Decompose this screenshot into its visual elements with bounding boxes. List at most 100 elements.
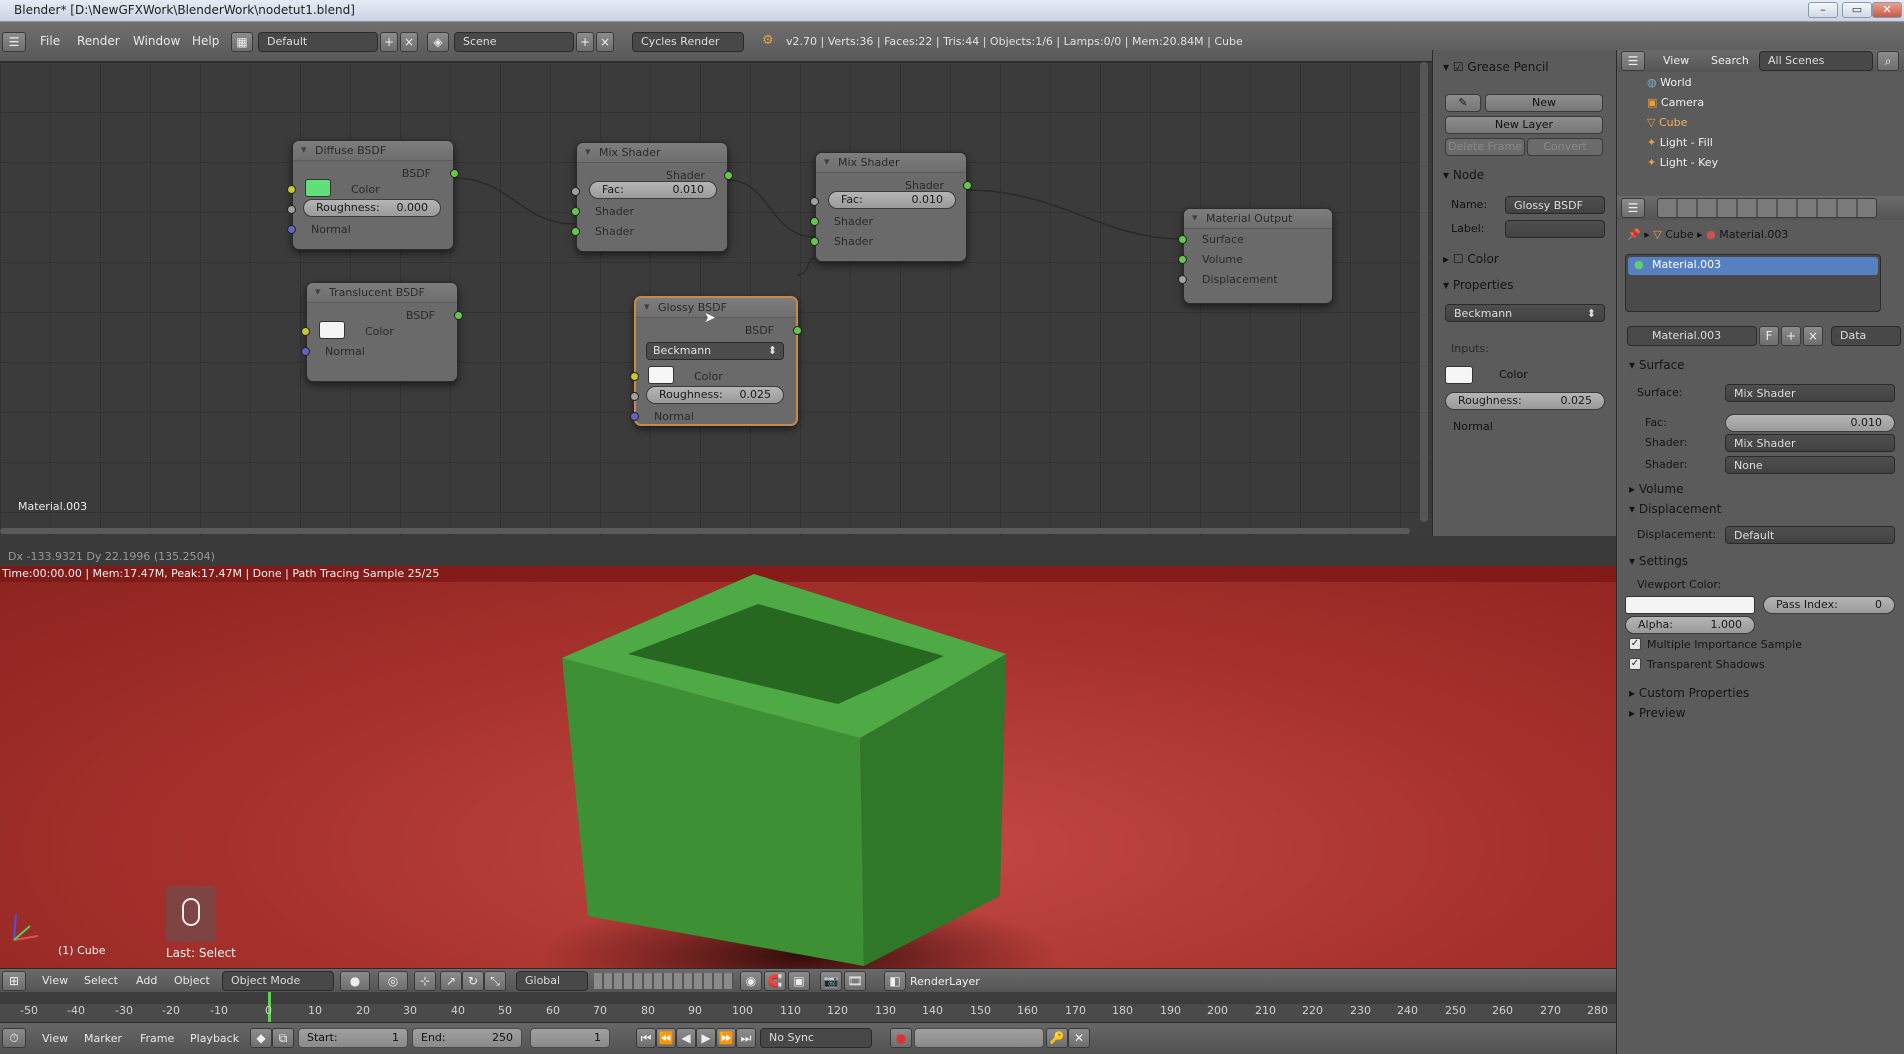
- outliner-type-icon[interactable]: ☰: [1621, 51, 1645, 71]
- snap-icon[interactable]: 🧲: [764, 971, 786, 991]
- outliner-filter-icon[interactable]: ⌕: [1877, 51, 1899, 71]
- node-section-header[interactable]: ▾ Node: [1443, 168, 1484, 182]
- material-name-field[interactable]: Material.003: [1627, 326, 1757, 346]
- viewport-shading-icon[interactable]: ●: [340, 971, 370, 991]
- add-material-icon[interactable]: +: [1781, 326, 1801, 346]
- new-layer-button[interactable]: New Layer: [1445, 116, 1603, 134]
- roughness-input-socket[interactable]: [287, 205, 296, 214]
- settings-section-header[interactable]: ▾ Settings: [1629, 554, 1688, 568]
- shader-output-socket[interactable]: [963, 181, 972, 190]
- outliner-row-cube[interactable]: ▽ Cube: [1647, 116, 1687, 134]
- outliner-row-camera[interactable]: ▣ Camera: [1647, 96, 1704, 114]
- range-icon[interactable]: ⧉: [272, 1028, 294, 1048]
- surface-shader-select[interactable]: Mix Shader: [1725, 384, 1895, 402]
- fac-slider[interactable]: 0.010: [1725, 414, 1895, 432]
- mix-shader-node-2[interactable]: Mix Shader Shader Fac:0.010 Shader Shade…: [810, 152, 972, 262]
- shader-input-socket-1[interactable]: [571, 207, 580, 216]
- vertical-scrollbar[interactable]: [1420, 62, 1428, 522]
- alpha-slider[interactable]: Alpha: 1.000: [1625, 616, 1755, 634]
- insert-keyframe-icon[interactable]: 🔑: [1046, 1028, 1068, 1048]
- fake-user-button[interactable]: F: [1759, 326, 1779, 346]
- jump-end-icon[interactable]: ⏭: [736, 1028, 756, 1048]
- node-title[interactable]: Diffuse BSDF: [293, 141, 453, 161]
- material-output-node[interactable]: Material Output Surface Volume Displacem…: [1178, 208, 1333, 304]
- color-swatch[interactable]: [305, 179, 331, 197]
- proportional-edit-icon[interactable]: ◉: [740, 971, 762, 991]
- volume-input-socket[interactable]: [1178, 255, 1187, 264]
- displacement-select[interactable]: Default: [1725, 526, 1895, 544]
- object-mode-select[interactable]: Object Mode: [222, 971, 334, 991]
- volume-section-header[interactable]: ▸ Volume: [1629, 482, 1683, 496]
- record-icon[interactable]: ●: [890, 1028, 912, 1048]
- roughness-slider[interactable]: Roughness: 0.025: [1445, 392, 1605, 410]
- shader1-select[interactable]: Mix Shader: [1725, 434, 1895, 452]
- convert-button[interactable]: Convert: [1527, 138, 1603, 156]
- screen-layout-icon[interactable]: ▦: [231, 32, 253, 52]
- menu-marker[interactable]: Marker: [84, 1032, 122, 1045]
- node-editor[interactable]: Diffuse BSDF BSDF Color Roughness:0.000 …: [0, 62, 1432, 536]
- translucent-bsdf-node[interactable]: Translucent BSDF BSDF Color Normal: [301, 282, 463, 382]
- translate-icon[interactable]: ↗: [440, 971, 462, 991]
- maximize-button[interactable]: ▭: [1842, 2, 1872, 18]
- glossy-bsdf-node[interactable]: Glossy BSDF BSDF Beckmann⬍ Color Roughne…: [630, 296, 802, 426]
- custom-properties-header[interactable]: ▸ Custom Properties: [1629, 686, 1749, 700]
- color-swatch[interactable]: [319, 321, 345, 339]
- roughness-slider[interactable]: Roughness: 0.000: [303, 199, 441, 217]
- play-icon[interactable]: ▶: [696, 1028, 716, 1048]
- menu-object[interactable]: Object: [174, 974, 210, 987]
- menu-help[interactable]: Help: [192, 34, 219, 48]
- normal-input-socket[interactable]: [301, 347, 310, 356]
- end-frame-field[interactable]: End: 250: [412, 1028, 522, 1048]
- 3d-viewport[interactable]: Time:00:00.00 | Mem:17.47M, Peak:17.47M …: [0, 566, 1616, 968]
- add-scene-icon[interactable]: +: [576, 32, 594, 52]
- outliner-row-world[interactable]: ◍ World: [1647, 76, 1692, 94]
- material-slot-row[interactable]: Material.003: [1628, 257, 1878, 275]
- current-frame-field[interactable]: 1: [530, 1028, 610, 1048]
- editor-type-icon[interactable]: ⏱: [2, 1028, 26, 1048]
- node-title[interactable]: Material Output: [1184, 209, 1332, 229]
- distribution-select[interactable]: Beckmann ⬍: [1445, 304, 1605, 322]
- outliner-display-select[interactable]: All Scenes: [1759, 51, 1873, 71]
- transparent-shadows-checkbox[interactable]: ✓: [1629, 658, 1641, 670]
- horizontal-scrollbar[interactable]: [0, 528, 1410, 534]
- outliner-search-menu[interactable]: Search: [1711, 54, 1749, 67]
- layer-buttons[interactable]: [594, 973, 734, 989]
- properties-type-icon[interactable]: ☰: [1621, 198, 1645, 218]
- normal-input-socket[interactable]: [630, 412, 639, 421]
- editor-type-icon[interactable]: ☰: [2, 32, 26, 52]
- menu-window[interactable]: Window: [133, 34, 180, 48]
- scene-icon[interactable]: ◈: [427, 32, 449, 52]
- shader-output-socket[interactable]: [724, 171, 733, 180]
- keying-icon[interactable]: ◆: [250, 1028, 272, 1048]
- manipulator-icon[interactable]: ⊹: [414, 971, 436, 991]
- grease-pencil-header[interactable]: ▾ ☑ Grease Pencil: [1443, 60, 1549, 74]
- pivot-point-icon[interactable]: ◎: [378, 971, 408, 991]
- node-title[interactable]: Mix Shader: [816, 153, 966, 173]
- render-anim-icon[interactable]: 🎞: [844, 971, 866, 991]
- shader-input-socket-2[interactable]: [571, 227, 580, 236]
- sync-mode-select[interactable]: No Sync: [760, 1028, 872, 1048]
- bsdf-output-socket[interactable]: [454, 311, 463, 320]
- node-name-field[interactable]: Glossy BSDF: [1505, 196, 1605, 214]
- bsdf-output-socket[interactable]: [793, 326, 802, 335]
- next-key-icon[interactable]: ⏩: [716, 1028, 736, 1048]
- render-layer-icon[interactable]: ◧: [884, 971, 906, 991]
- preview-header[interactable]: ▸ Preview: [1629, 706, 1686, 720]
- scene-field[interactable]: Scene: [454, 32, 574, 52]
- jump-start-icon[interactable]: ⏮: [636, 1028, 656, 1048]
- fac-slider[interactable]: Fac: 0.010: [828, 191, 956, 209]
- node-label-field[interactable]: [1505, 220, 1605, 238]
- pass-index-field[interactable]: Pass Index: 0: [1763, 596, 1895, 614]
- outliner-view-menu[interactable]: View: [1663, 54, 1689, 67]
- mis-checkbox[interactable]: ✓: [1629, 638, 1641, 650]
- remove-scene-icon[interactable]: ×: [596, 32, 614, 52]
- timeline-ruler[interactable]: -50 -40 -30 -20 -10 0 10 20 30 40 50 60 …: [0, 992, 1616, 1022]
- menu-file[interactable]: File: [40, 34, 60, 48]
- snap-target-icon[interactable]: ▣: [788, 971, 810, 991]
- color-input-socket[interactable]: [630, 372, 639, 381]
- start-frame-field[interactable]: Start: 1: [298, 1028, 408, 1048]
- fac-input-socket[interactable]: [571, 187, 580, 196]
- roughness-slider[interactable]: Roughness: 0.025: [646, 386, 784, 404]
- distribution-select[interactable]: Beckmann ⬍: [646, 342, 784, 360]
- menu-add[interactable]: Add: [136, 974, 157, 987]
